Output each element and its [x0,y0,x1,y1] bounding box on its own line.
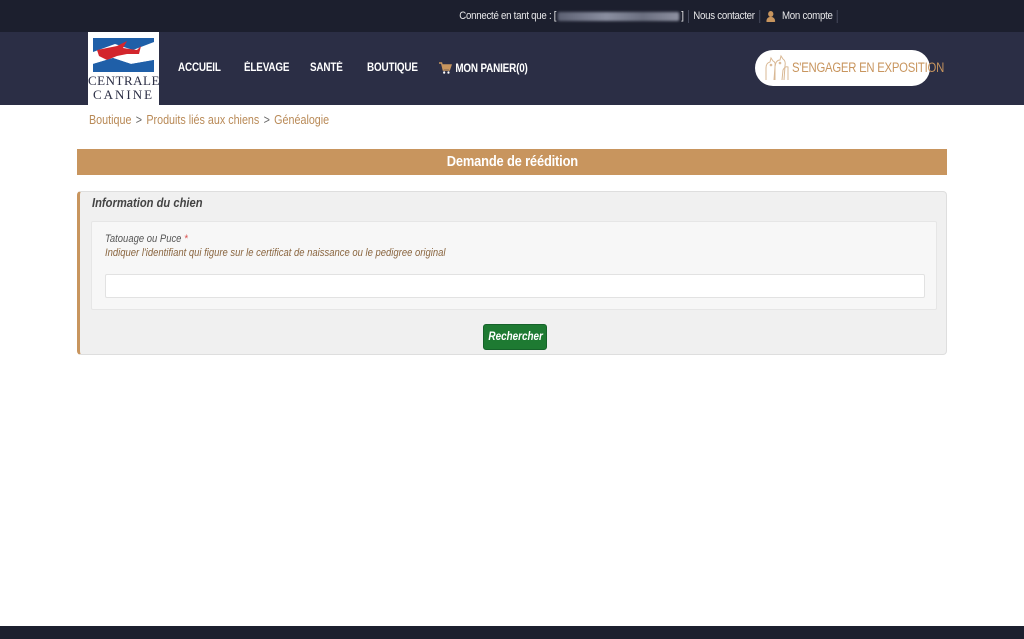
tattoo-chip-label: Tatouage ou Puce * [105,233,188,245]
search-button-label: Rechercher [488,331,543,343]
section-title: Information du chien [92,195,203,210]
centrale-canine-logo[interactable]: CENTRALE CANINE [88,32,159,105]
divider [836,9,838,23]
engage-exposition-label: S'ENGAGER EN EXPOSITION [792,60,945,75]
breadcrumb-item-genealogie[interactable]: Généalogie [274,113,329,127]
breadcrumb: Boutique > Produits liés aux chiens > Généal… [89,113,329,127]
dog-information-panel: Information du chien Tatouage ou Puce * … [77,191,947,355]
menu-item-boutique[interactable]: BOUTIQUE [367,62,418,74]
account-link[interactable]: Mon compte [782,10,833,22]
tattoo-chip-hint: Indiquer l'identifiant qui figure sur le… [105,247,446,259]
logo-dog-emblem-icon [93,38,154,72]
menu-item-sante[interactable]: SANTÉ [310,62,343,74]
divider [758,9,760,23]
page-title-bar: Demande de réédition [77,149,947,175]
user-icon [765,10,775,22]
top-bar: Connecté en tant que : [ ] Nous contacte… [0,0,1024,32]
page-title: Demande de réédition [446,153,578,170]
required-mark: * [184,233,188,245]
contact-link[interactable]: Nous contacter [693,10,755,22]
connected-as-suffix: ] [680,10,684,22]
connected-as-label: Connecté en tant que : [ [458,10,556,22]
search-button[interactable]: Rechercher [483,324,547,350]
tattoo-chip-field-group: Tatouage ou Puce * Indiquer l'identifian… [91,221,937,310]
cart-icon [439,62,452,74]
divider [687,9,689,23]
menu-item-elevage[interactable]: ÉLEVAGE [244,62,289,74]
menu-item-accueil[interactable]: ACCUEIL [178,62,221,74]
blurred-username [557,11,680,21]
field-label-text: Tatouage ou Puce [105,233,182,245]
tattoo-chip-input[interactable] [105,274,925,298]
logo-text-line2: CANINE [92,87,155,102]
cart-label: MON PANIER(0) [455,63,528,75]
menu-item-cart[interactable]: MON PANIER(0) [439,62,528,75]
engage-exposition-button[interactable]: S'ENGAGER EN EXPOSITION [755,50,944,86]
footer-bar [0,626,1024,639]
breadcrumb-item-boutique[interactable]: Boutique [89,113,131,127]
breadcrumb-separator: > [135,113,143,127]
dogs-icon [765,54,789,81]
breadcrumb-item-produits[interactable]: Produits liés aux chiens [146,113,259,127]
breadcrumb-separator: > [263,113,270,127]
top-bar-links: Connecté en tant que : [ ] Nous contacte… [459,0,842,32]
